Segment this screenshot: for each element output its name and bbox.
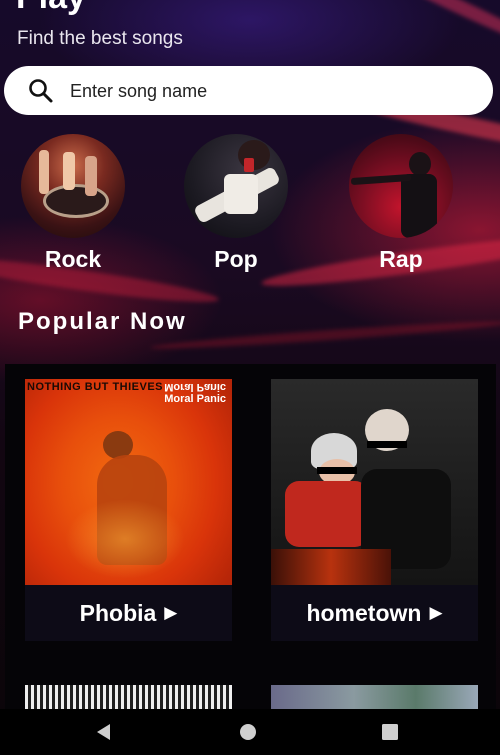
album-art-partial[interactable] (271, 685, 478, 709)
song-title-bar[interactable]: hometown ▶ (271, 585, 478, 641)
performer-body-shape (401, 174, 437, 238)
performer-head-shape (238, 140, 270, 170)
background-streak (366, 0, 500, 56)
song-card-partial[interactable] (25, 685, 232, 709)
play-icon[interactable]: ▶ (429, 603, 442, 623)
genre-label: Rock (44, 246, 102, 272)
smoke-shape (65, 499, 185, 579)
censor-bar (367, 441, 407, 448)
background-streak (150, 317, 500, 353)
system-nav-bar (0, 709, 500, 755)
nav-recents-button[interactable] (360, 709, 420, 755)
performer-shape (63, 152, 75, 190)
song-card-phobia[interactable]: NOTHING BUT THIEVES Moral Panic Moral Pa… (25, 379, 232, 641)
genre-rock-image[interactable] (21, 134, 125, 238)
page-subtitle: Find the best songs (17, 28, 183, 49)
genre-rap-image[interactable] (349, 134, 453, 238)
genre-rap[interactable]: Rap (348, 134, 454, 273)
popular-grid: NOTHING BUT THIEVES Moral Panic Moral Pa… (5, 364, 496, 709)
song-title-bar[interactable]: Phobia ▶ (25, 585, 232, 641)
genre-pop[interactable]: Pop (183, 134, 289, 273)
song-title: Phobia (79, 599, 157, 626)
drum-kit-shape (43, 184, 109, 218)
search-bar[interactable] (4, 66, 493, 115)
performer-head-shape (409, 152, 431, 176)
red-shirt-shape (285, 481, 369, 547)
genre-pop-image[interactable] (184, 134, 288, 238)
song-card-hometown[interactable]: hometown ▶ (271, 379, 478, 641)
genre-label: Pop (214, 246, 258, 272)
song-title: hometown (306, 599, 422, 626)
search-input[interactable] (68, 75, 472, 107)
album-art-text: NOTHING BUT THIEVES (27, 381, 164, 393)
play-icon[interactable]: ▶ (164, 603, 177, 623)
album-art-partial[interactable] (25, 685, 232, 709)
album-art-hometown[interactable] (271, 379, 478, 585)
nav-home-button[interactable] (218, 709, 278, 755)
section-title-popular: Popular Now (18, 308, 187, 335)
censor-bar (317, 467, 357, 474)
search-icon[interactable] (28, 78, 54, 104)
genre-label: Rap (379, 246, 423, 272)
page-title: Play (16, 0, 86, 17)
performer-shape (85, 156, 97, 196)
album-art-text: Moral Panic Moral Panic (164, 381, 226, 405)
recents-icon[interactable] (380, 722, 400, 742)
home-icon[interactable] (238, 722, 258, 742)
nav-back-button[interactable] (74, 709, 134, 755)
performer-body-shape (224, 174, 258, 214)
performer-detail-shape (244, 158, 254, 172)
song-card-partial[interactable] (271, 685, 478, 709)
performer-shape (39, 150, 49, 194)
genre-rock[interactable]: Rock (20, 134, 126, 273)
flame-shape (271, 549, 391, 585)
album-art-phobia[interactable]: NOTHING BUT THIEVES Moral Panic Moral Pa… (25, 379, 232, 585)
back-icon[interactable] (94, 722, 114, 742)
